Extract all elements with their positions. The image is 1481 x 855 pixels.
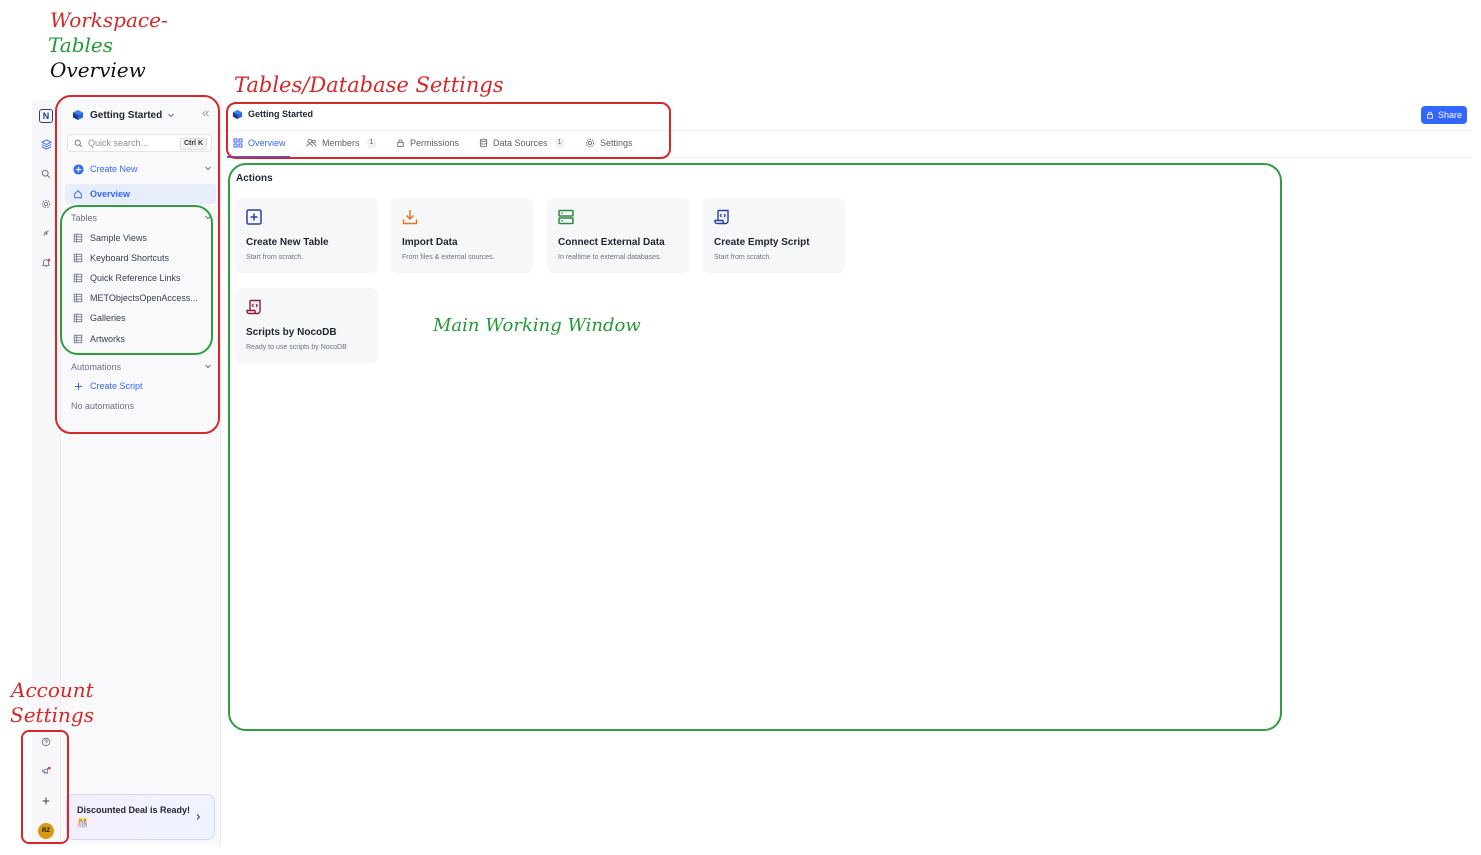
sidebar-item-table[interactable]: Keyboard Shortcuts — [65, 248, 216, 268]
chevron-down-icon — [167, 111, 175, 119]
base-tabs: Overview Members 1 Permissions Data Sour… — [221, 131, 1472, 158]
table-icon — [72, 333, 84, 345]
table-icon — [72, 292, 84, 304]
tab-members[interactable]: Members 1 — [306, 131, 377, 155]
members-count-badge: 1 — [366, 138, 377, 148]
sidebar-item-table[interactable]: METObjectsOpenAccess... — [65, 288, 216, 308]
script-icon — [245, 298, 265, 318]
avatar[interactable]: RZ — [38, 823, 54, 839]
chevron-down-icon — [204, 213, 212, 221]
icon-rail: N — [32, 100, 61, 845]
annotation-workspace-line1: Workspace- — [50, 8, 168, 32]
help-icon[interactable] — [32, 732, 60, 752]
scripts-by-nocodb-card[interactable]: Scripts by NocoDB Ready to use scripts b… — [235, 288, 378, 363]
table-icon — [72, 252, 84, 264]
sidebar: Getting Started Quick search... Ctrl K C… — [61, 100, 221, 845]
table-icon — [72, 312, 84, 324]
base-header: Getting Started — [221, 100, 1472, 131]
download-icon — [401, 208, 421, 228]
tables-section-header[interactable]: Tables — [65, 208, 216, 228]
plus-square-icon — [245, 208, 265, 228]
create-new-table-card[interactable]: Create New Table Start from scratch. — [235, 198, 378, 273]
annotation-account-line2: Settings — [10, 703, 94, 727]
annotation-main-window: Main Working Window — [433, 315, 641, 336]
collapse-sidebar-icon[interactable] — [201, 109, 210, 118]
script-icon — [713, 208, 733, 228]
users-icon — [306, 138, 317, 148]
no-automations-text: No automations — [71, 401, 135, 411]
plus-circle-icon — [72, 163, 84, 175]
chevron-right-icon — [194, 813, 202, 821]
tab-overview[interactable]: Overview — [227, 131, 289, 158]
tab-data-sources[interactable]: Data Sources 1 — [479, 131, 565, 155]
chevron-down-icon — [204, 164, 212, 172]
sidebar-item-table[interactable]: Sample Views — [65, 228, 216, 248]
base-cube-icon — [232, 109, 243, 120]
nocodb-logo[interactable]: N — [32, 106, 60, 126]
search-icon — [74, 139, 83, 148]
table-icon — [72, 232, 84, 244]
database-icon — [479, 138, 488, 148]
automations-section-header[interactable]: Automations — [65, 357, 216, 377]
add-workspace-icon[interactable] — [32, 791, 60, 811]
lock-icon — [396, 138, 405, 148]
discount-deal-banner[interactable]: Discounted Deal is Ready! 🎊 — [66, 794, 215, 840]
gear-icon[interactable] — [32, 194, 60, 214]
actions-heading: Actions — [236, 173, 273, 184]
quick-search-input[interactable]: Quick search... Ctrl K — [67, 134, 212, 152]
layers-icon[interactable] — [32, 134, 60, 154]
search-shortcut-badge: Ctrl K — [179, 138, 207, 150]
create-empty-script-card[interactable]: Create Empty Script Start from scratch. — [703, 198, 845, 273]
server-icon — [557, 208, 577, 228]
chevron-down-icon — [204, 362, 212, 370]
bell-icon[interactable] — [32, 253, 60, 273]
plus-icon — [72, 380, 84, 392]
table-icon — [72, 272, 84, 284]
sidebar-item-overview[interactable]: Overview — [65, 184, 216, 204]
gear-icon — [585, 138, 595, 148]
annotation-tables-settings: Tables/Database Settings — [234, 73, 504, 97]
lock-icon — [1426, 111, 1434, 119]
home-icon — [72, 188, 84, 200]
search-icon[interactable] — [32, 164, 60, 184]
annotation-workspace-line2: Tables — [48, 33, 114, 57]
share-button[interactable]: Share — [1421, 106, 1467, 124]
base-cube-icon — [72, 109, 84, 121]
tab-settings[interactable]: Settings — [585, 131, 633, 155]
grid-icon — [233, 138, 243, 148]
page-title: Getting Started — [248, 109, 314, 119]
tab-permissions[interactable]: Permissions — [396, 131, 459, 155]
sidebar-item-table[interactable]: Artworks — [65, 329, 216, 349]
base-switcher[interactable]: Getting Started — [65, 105, 216, 125]
connect-external-data-card[interactable]: Connect External Data In realtime to ext… — [547, 198, 689, 273]
data-sources-count-badge: 1 — [554, 138, 565, 148]
import-data-card[interactable]: Import Data From files & external source… — [391, 198, 533, 273]
annotation-account-line1: Account — [11, 678, 94, 702]
sidebar-item-table[interactable]: Galleries — [65, 308, 216, 328]
megaphone-icon[interactable] — [32, 761, 60, 781]
plug-icon[interactable] — [32, 223, 60, 243]
create-new-button[interactable]: Create New — [65, 159, 216, 179]
annotation-workspace-line3: Overview — [50, 58, 146, 82]
create-script-button[interactable]: Create Script — [65, 376, 216, 396]
sidebar-item-table[interactable]: Quick Reference Links — [65, 268, 216, 288]
